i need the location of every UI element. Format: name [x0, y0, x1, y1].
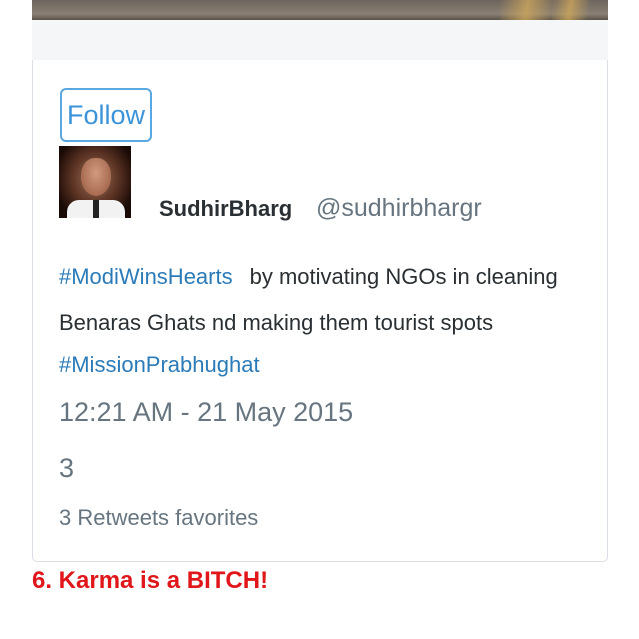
- engagement-count: 3: [59, 453, 75, 483]
- embedded-photo-strip: [32, 0, 608, 20]
- tweet-text-line: #ModiWinsHearts by motivating NGOs in cle…: [59, 264, 558, 290]
- card-separator: [32, 20, 608, 60]
- avatar[interactable]: [59, 146, 131, 218]
- engagement-summary: 3 Retweets favorites: [59, 505, 259, 530]
- section-caption: 6. Karma is a BITCH!: [32, 567, 269, 594]
- tweet-text-line: Benaras Ghats nd making them tourist spo…: [59, 310, 493, 336]
- follow-button[interactable]: Follow: [60, 88, 152, 142]
- tweet-text: Benaras Ghats nd making them tourist spo…: [59, 310, 494, 335]
- tweet-text: by motivating NGOs in cleaning: [249, 264, 558, 289]
- tweet-text-line: #MissionPrabhughat: [59, 352, 260, 378]
- hashtag-link[interactable]: #MissionPrabhughat: [59, 352, 260, 377]
- author-handle[interactable]: @sudhirbhargr: [316, 194, 482, 223]
- hashtag-link[interactable]: #ModiWinsHearts: [59, 264, 233, 289]
- embedded-tweet-card: Follow SudhirBharg @sudhirbhargr #ModiWi…: [32, 60, 608, 562]
- tweet-timestamp[interactable]: 12:21 AM - 21 May 2015: [59, 397, 353, 428]
- author-name[interactable]: SudhirBharg: [159, 196, 292, 222]
